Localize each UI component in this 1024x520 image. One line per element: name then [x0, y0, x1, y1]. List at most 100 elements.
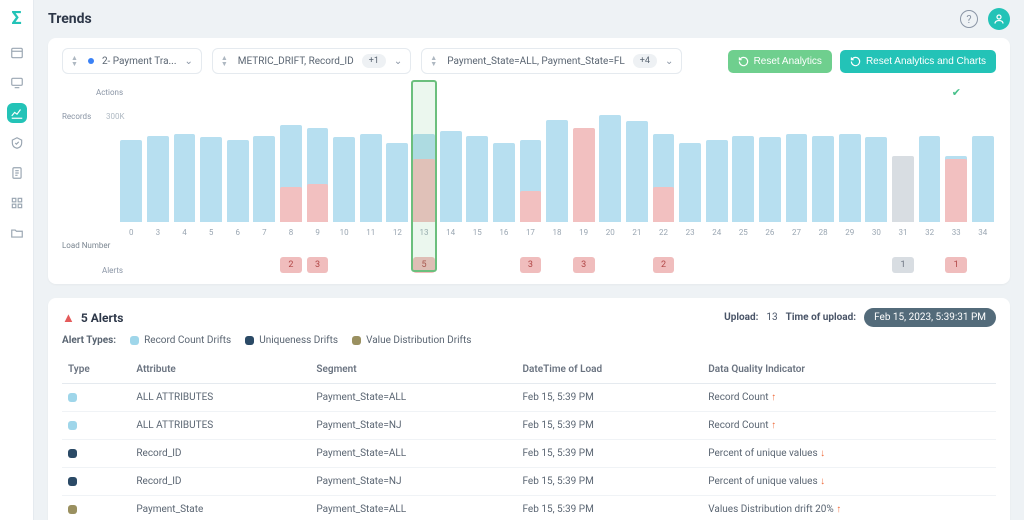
bar-col[interactable]: [810, 136, 837, 222]
stepper-icon[interactable]: ▲▼: [430, 55, 437, 67]
bar-col[interactable]: [198, 137, 225, 222]
cell-segment: Payment_State=NJ: [310, 468, 516, 496]
cell-segment: Payment_State=ALL: [310, 384, 516, 412]
type-swatch-icon: [68, 393, 77, 402]
filter-segment[interactable]: ▲▼ Payment_State=ALL, Payment_State=FL +…: [421, 48, 682, 74]
bar-col[interactable]: [224, 140, 251, 222]
nav-reports[interactable]: [7, 163, 27, 183]
nav-trends[interactable]: [7, 103, 27, 123]
table-row[interactable]: Record_IDPayment_State=NJFeb 15, 5:39 PM…: [62, 468, 996, 496]
bar-col[interactable]: [437, 131, 464, 222]
cell-dqi: Percent of unique values ↓: [702, 440, 996, 468]
cell-dqi: Record Count ↑: [702, 412, 996, 440]
arrow-up-icon: ↑: [836, 504, 841, 515]
cell-attribute: ALL ATTRIBUTES: [130, 412, 310, 440]
bar-col[interactable]: [677, 143, 704, 222]
bar-col[interactable]: [703, 140, 730, 222]
xtick: 14: [437, 228, 464, 237]
bar-col[interactable]: [304, 128, 331, 222]
cell-segment: Payment_State=ALL: [310, 496, 516, 520]
alert-badge[interactable]: 5: [413, 257, 435, 273]
bar-col[interactable]: [251, 136, 278, 222]
trends-card: ▲▼ 2- Payment Tra... ⌄ ▲▼ METRIC_DRIFT, …: [48, 38, 1010, 284]
reset-analytics-charts-button[interactable]: Reset Analytics and Charts: [840, 50, 996, 73]
xtick: 12: [384, 228, 411, 237]
xtick: 31: [890, 228, 917, 237]
alert-badge[interactable]: 2: [653, 257, 675, 273]
cell-datetime: Feb 15, 5:39 PM: [517, 440, 703, 468]
alert-badge[interactable]: 1: [945, 257, 967, 273]
nav-apps[interactable]: [7, 193, 27, 213]
xtick: 29: [836, 228, 863, 237]
bar-col[interactable]: [783, 134, 810, 222]
bar-col[interactable]: [916, 136, 943, 222]
bar-col[interactable]: [517, 140, 544, 222]
alerts-count: 5 Alerts: [81, 311, 124, 325]
cell-dqi: Values Distribution drift 20% ↑: [702, 496, 996, 520]
bar-col[interactable]: [357, 134, 384, 222]
xtick: 8: [278, 228, 305, 237]
bar-col[interactable]: [757, 137, 784, 222]
chevron-down-icon: ⌄: [184, 56, 192, 67]
filter-metric-extra: +1: [362, 54, 386, 68]
alert-badge[interactable]: 1: [892, 257, 914, 273]
arrow-down-icon: ↓: [820, 448, 825, 459]
alert-badge[interactable]: 3: [520, 257, 542, 273]
nav-monitor[interactable]: [7, 73, 27, 93]
xtick: 16: [491, 228, 518, 237]
bar-col[interactable]: [624, 121, 651, 222]
alert-badge[interactable]: 3: [307, 257, 329, 273]
bar-col[interactable]: [411, 134, 438, 222]
upload-label: Upload:: [724, 312, 758, 323]
table-row[interactable]: ALL ATTRIBUTESPayment_State=NJFeb 15, 5:…: [62, 412, 996, 440]
cell-segment: Payment_State=NJ: [310, 412, 516, 440]
time-pill: Feb 15, 2023, 5:39:31 PM: [864, 308, 996, 327]
bar-col[interactable]: [730, 136, 757, 222]
xtick: 33: [943, 228, 970, 237]
xtick: 27: [783, 228, 810, 237]
bar-col[interactable]: [970, 136, 997, 222]
arrow-down-icon: ↓: [820, 476, 825, 487]
cell-dqi: Percent of unique values ↓: [702, 468, 996, 496]
table-row[interactable]: Payment_StatePayment_State=ALLFeb 15, 5:…: [62, 496, 996, 520]
stepper-icon[interactable]: ▲▼: [221, 55, 228, 67]
filter-segment-extra: +4: [633, 54, 657, 68]
help-icon[interactable]: ?: [960, 10, 978, 28]
bar-col[interactable]: [171, 134, 198, 222]
legend-uniqueness: Uniqueness Drifts: [245, 335, 338, 346]
xtick: 9: [304, 228, 331, 237]
table-header: Attribute: [130, 356, 310, 384]
stepper-icon[interactable]: ▲▼: [71, 55, 78, 67]
xtick: 11: [357, 228, 384, 237]
bar-col[interactable]: [278, 125, 305, 222]
bar-col[interactable]: [570, 140, 597, 222]
bar-col[interactable]: [836, 134, 863, 222]
bar-col[interactable]: [863, 137, 890, 222]
bar-col[interactable]: [145, 136, 172, 222]
reset-analytics-button[interactable]: Reset Analytics: [728, 50, 832, 73]
bar-col[interactable]: [943, 156, 970, 222]
filter-metric[interactable]: ▲▼ METRIC_DRIFT, Record_ID +1 ⌄: [212, 48, 411, 74]
bar-col[interactable]: [491, 143, 518, 222]
alert-badge[interactable]: 2: [280, 257, 302, 273]
cell-datetime: Feb 15, 5:39 PM: [517, 412, 703, 440]
avatar[interactable]: [988, 8, 1010, 30]
nav-quality[interactable]: [7, 133, 27, 153]
bar-col[interactable]: [464, 136, 491, 222]
bar-col[interactable]: [890, 156, 917, 222]
table-row[interactable]: ALL ATTRIBUTESPayment_State=ALLFeb 15, 5…: [62, 384, 996, 412]
bar-col[interactable]: [544, 120, 571, 222]
bar-col[interactable]: [384, 143, 411, 222]
nav-dashboard[interactable]: [7, 43, 27, 63]
xtick: 15: [464, 228, 491, 237]
bar-col[interactable]: [650, 134, 677, 222]
cell-attribute: Payment_State: [130, 496, 310, 520]
bar-col[interactable]: [597, 115, 624, 222]
table-row[interactable]: Record_IDPayment_State=ALLFeb 15, 5:39 P…: [62, 440, 996, 468]
bar-col[interactable]: [331, 137, 358, 222]
alert-badge[interactable]: 3: [573, 257, 595, 273]
nav-folder[interactable]: [7, 223, 27, 243]
legend-record-count: Record Count Drifts: [130, 335, 231, 346]
bar-col[interactable]: [118, 140, 145, 222]
filter-dataset[interactable]: ▲▼ 2- Payment Tra... ⌄: [62, 48, 202, 74]
